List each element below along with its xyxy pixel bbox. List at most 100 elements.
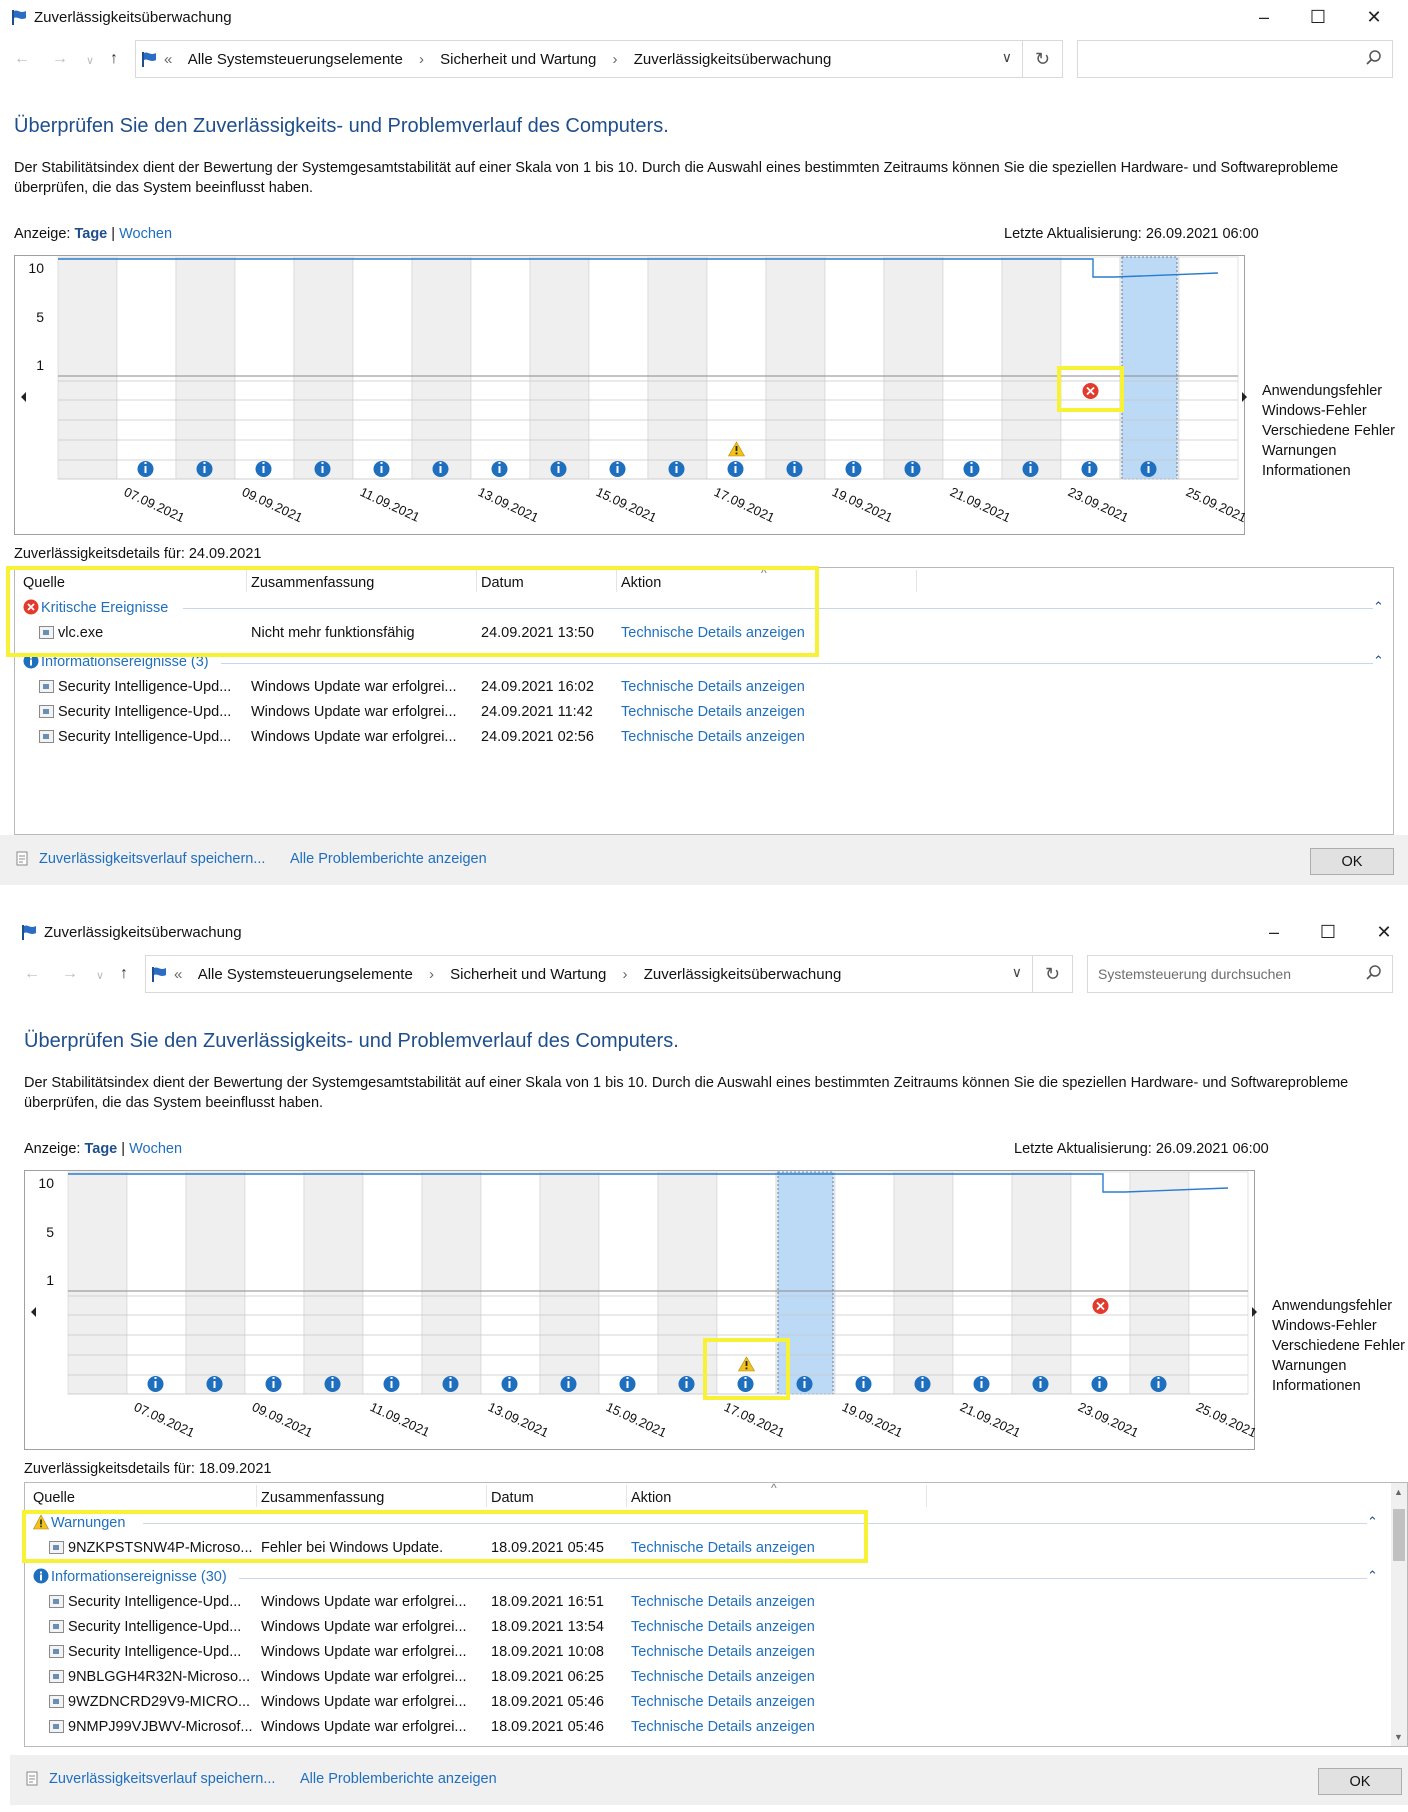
breadcrumb-chevron-icon[interactable]: ›: [429, 966, 434, 983]
ok-button[interactable]: OK: [1310, 848, 1394, 875]
technical-details-link[interactable]: Technische Details anzeigen: [631, 1719, 815, 1735]
search-icon[interactable]: [1364, 963, 1384, 983]
breadcrumb-item[interactable]: Sicherheit und Wartung: [440, 51, 596, 68]
search-input[interactable]: [1077, 40, 1393, 78]
address-dropdown-icon[interactable]: ∨: [1012, 964, 1022, 981]
table-row[interactable]: Security Intelligence-Upd... Windows Upd…: [15, 729, 1393, 751]
row-date: 18.09.2021 05:46: [491, 1694, 604, 1710]
group-information-events[interactable]: Informationsereignisse (30): [33, 1568, 227, 1585]
scroll-up-icon[interactable]: ▲: [1394, 1487, 1403, 1497]
stability-chart-svg[interactable]: 105107.09.2021 09.09.2021 11.09.2021 13.09.…: [14, 255, 1264, 535]
table-row[interactable]: 9NMPJ99VJBWV-Microsof... Windows Update …: [25, 1719, 1407, 1741]
technical-details-link[interactable]: Technische Details anzeigen: [621, 679, 805, 695]
details-scrollbar[interactable]: ▲ ▼: [1391, 1483, 1407, 1746]
minimize-button[interactable]: –: [1252, 919, 1296, 945]
table-row[interactable]: Security Intelligence-Upd... Windows Upd…: [25, 1594, 1407, 1616]
stability-chart-svg[interactable]: 105107.09.2021 09.09.2021 11.09.2021 13.09.…: [24, 1170, 1274, 1450]
collapse-chevron-icon[interactable]: ⌃: [1367, 1568, 1378, 1584]
refresh-button[interactable]: ↻: [1023, 40, 1063, 78]
forward-arrow-icon[interactable]: →: [62, 965, 78, 983]
column-header-source[interactable]: Quelle: [23, 575, 65, 591]
table-row[interactable]: Security Intelligence-Upd... Windows Upd…: [25, 1619, 1407, 1641]
column-header-date[interactable]: Datum: [481, 575, 524, 591]
refresh-button[interactable]: ↻: [1033, 955, 1073, 993]
breadcrumb-chevron-icon[interactable]: ›: [623, 966, 628, 983]
collapse-chevron-icon[interactable]: ⌃: [1373, 599, 1384, 615]
collapse-chevron-icon[interactable]: ⌃: [1373, 653, 1384, 669]
stability-chart[interactable]: 10 5 1 07.09.2021 09.09.2021 11.09.2021 13.09.…: [14, 255, 1264, 535]
technical-details-link[interactable]: Technische Details anzeigen: [631, 1540, 815, 1556]
search-icon[interactable]: [1364, 48, 1384, 68]
breadcrumb-overflow[interactable]: «: [174, 966, 182, 983]
column-header-action[interactable]: Aktion: [621, 575, 661, 591]
breadcrumb-item[interactable]: Zuverlässigkeitsüberwachung: [644, 966, 842, 983]
save-history-link[interactable]: Zuverlässigkeitsverlauf speichern...: [49, 1771, 275, 1787]
maximize-button[interactable]: ☐: [1306, 919, 1350, 945]
recent-chevron-icon[interactable]: ∨: [96, 969, 104, 982]
all-problem-reports-link[interactable]: Alle Problemberichte anzeigen: [300, 1771, 497, 1787]
close-button[interactable]: ✕: [1362, 919, 1406, 945]
maximize-button[interactable]: ☐: [1296, 4, 1340, 30]
ok-button[interactable]: OK: [1318, 1768, 1402, 1795]
info-marker-stem: [449, 1381, 452, 1388]
day-column: [57, 256, 118, 480]
collapse-chevron-icon[interactable]: ⌃: [1367, 1514, 1378, 1530]
technical-details-link[interactable]: Technische Details anzeigen: [621, 625, 805, 641]
table-row[interactable]: 9NBLGGH4R32N-Microso... Windows Update w…: [25, 1669, 1407, 1691]
technical-details-link[interactable]: Technische Details anzeigen: [631, 1644, 815, 1660]
table-row[interactable]: Security Intelligence-Upd... Windows Upd…: [15, 679, 1393, 701]
breadcrumb-chevron-icon[interactable]: ›: [613, 51, 618, 68]
info-marker-dot: [203, 462, 206, 464]
breadcrumb-overflow[interactable]: «: [164, 51, 172, 68]
breadcrumb-chevron-icon[interactable]: ›: [419, 51, 424, 68]
technical-details-link[interactable]: Technische Details anzeigen: [631, 1694, 815, 1710]
info-marker-stem: [685, 1381, 688, 1388]
column-header-action[interactable]: Aktion: [631, 1490, 671, 1506]
back-arrow-icon[interactable]: ←: [14, 50, 30, 68]
table-row[interactable]: vlc.exe Nicht mehr funktionsfähig 24.09.…: [15, 625, 1393, 647]
back-arrow-icon[interactable]: ←: [24, 965, 40, 983]
group-information-events[interactable]: Informationsereignisse (3): [23, 653, 209, 670]
group-critical-events[interactable]: Kritische Ereignisse: [23, 599, 168, 616]
forward-arrow-icon[interactable]: →: [52, 50, 68, 68]
technical-details-link[interactable]: Technische Details anzeigen: [631, 1669, 815, 1685]
view-days-link[interactable]: Tage: [84, 1141, 117, 1157]
breadcrumb-item[interactable]: Zuverlässigkeitsüberwachung: [634, 51, 832, 68]
group-warnings[interactable]: Warnungen: [33, 1514, 125, 1531]
search-input[interactable]: Systemsteuerung durchsuchen: [1087, 955, 1393, 993]
column-header-source[interactable]: Quelle: [33, 1490, 75, 1506]
table-row[interactable]: 9NZKPSTSNW4P-Microso... Fehler bei Windo…: [25, 1540, 1407, 1562]
all-problem-reports-link[interactable]: Alle Problemberichte anzeigen: [290, 851, 487, 867]
up-arrow-icon[interactable]: ↑: [120, 965, 128, 983]
table-row[interactable]: Security Intelligence-Upd... Windows Upd…: [15, 704, 1393, 726]
recent-chevron-icon[interactable]: ∨: [86, 54, 94, 67]
save-history-link[interactable]: Zuverlässigkeitsverlauf speichern...: [39, 851, 265, 867]
row-date: 24.09.2021 02:56: [481, 729, 594, 745]
technical-details-link[interactable]: Technische Details anzeigen: [631, 1594, 815, 1610]
column-header-summary[interactable]: Zusammenfassung: [251, 575, 374, 591]
address-bar[interactable]: « Alle Systemsteuerungselemente › Sicher…: [145, 955, 1033, 993]
stability-chart[interactable]: 10 5 1 07.09.2021 09.09.2021 11.09.2021 13.09.…: [24, 1170, 1274, 1450]
table-row[interactable]: 9WZDNCRD29V9-MICRO... Windows Update war…: [25, 1694, 1407, 1716]
address-dropdown-icon[interactable]: ∨: [1002, 49, 1012, 66]
details-list: Quelle Zusammenfassung Datum Aktion ^ Kr…: [14, 567, 1394, 835]
info-marker-dot: [144, 462, 147, 464]
table-row[interactable]: Security Intelligence-Upd... Windows Upd…: [25, 1644, 1407, 1666]
view-days-link[interactable]: Tage: [74, 226, 107, 242]
view-weeks-link[interactable]: Wochen: [119, 226, 172, 242]
address-bar[interactable]: « Alle Systemsteuerungselemente › Sicher…: [135, 40, 1023, 78]
technical-details-link[interactable]: Technische Details anzeigen: [621, 704, 805, 720]
technical-details-link[interactable]: Technische Details anzeigen: [621, 729, 805, 745]
breadcrumb-item[interactable]: Sicherheit und Wartung: [450, 966, 606, 983]
view-weeks-link[interactable]: Wochen: [129, 1141, 182, 1157]
column-header-date[interactable]: Datum: [491, 1490, 534, 1506]
technical-details-link[interactable]: Technische Details anzeigen: [631, 1619, 815, 1635]
up-arrow-icon[interactable]: ↑: [110, 50, 118, 68]
minimize-button[interactable]: –: [1242, 4, 1286, 30]
breadcrumb-item[interactable]: Alle Systemsteuerungselemente: [188, 51, 403, 68]
close-button[interactable]: ✕: [1352, 4, 1396, 30]
column-header-summary[interactable]: Zusammenfassung: [261, 1490, 384, 1506]
breadcrumb-item[interactable]: Alle Systemsteuerungselemente: [198, 966, 413, 983]
scroll-down-icon[interactable]: ▼: [1394, 1732, 1403, 1742]
scroll-thumb[interactable]: [1393, 1509, 1405, 1561]
